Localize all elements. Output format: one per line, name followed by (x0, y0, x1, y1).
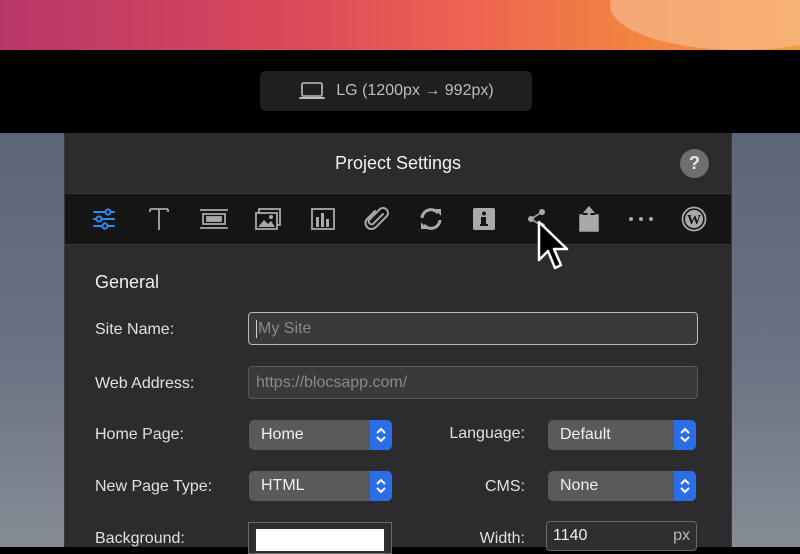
sliders-icon (93, 208, 115, 230)
cms-value: None (560, 477, 599, 494)
home-page-select[interactable]: Home (249, 420, 392, 450)
width-label: Width: (479, 530, 525, 547)
general-section-title: General (95, 272, 160, 292)
width-value: 1140 (553, 527, 588, 544)
cms-label: CMS: (485, 478, 525, 495)
chart-icon (311, 208, 335, 230)
tab-general[interactable] (84, 194, 124, 244)
wordpress-icon: W (681, 206, 707, 232)
images-icon (255, 208, 281, 230)
tab-layout[interactable] (194, 194, 234, 244)
web-address-label: Web Address: (95, 375, 195, 392)
tab-info[interactable] (464, 194, 504, 244)
tab-more[interactable] (621, 194, 661, 244)
export-icon (579, 206, 599, 232)
tab-wordpress[interactable]: W (674, 194, 714, 244)
mouse-pointer-icon (537, 220, 569, 270)
web-address-input[interactable]: https://blocsapp.com/ (248, 366, 698, 399)
laptop-icon (299, 82, 326, 99)
info-icon (473, 208, 495, 230)
device-size-button[interactable]: LG (1200px → 992px) (260, 71, 532, 111)
tab-analytics[interactable] (303, 194, 343, 244)
dialog-title: Project Settings (334, 152, 462, 173)
text-icon (149, 208, 169, 230)
home-page-label: Home Page: (95, 426, 184, 443)
paperclip-icon (364, 207, 389, 230)
background-label: Background: (95, 530, 185, 547)
new-page-type-select[interactable]: HTML (249, 471, 392, 501)
device-size-label: LG (1200px → 992px) (336, 82, 494, 99)
site-name-placeholder: My Site (258, 319, 312, 337)
language-select[interactable]: Default (548, 420, 696, 450)
wallpaper-swoosh (610, 0, 800, 50)
new-page-type-value: HTML (261, 477, 305, 494)
settings-toolbar: W (65, 193, 731, 245)
tab-sync[interactable] (411, 194, 451, 244)
cms-select[interactable]: None (548, 471, 696, 501)
language-value: Default (560, 426, 611, 443)
more-icon (629, 217, 653, 221)
tab-export[interactable] (569, 194, 609, 244)
background-color-well[interactable] (248, 522, 392, 554)
new-page-type-label: New Page Type: (95, 478, 213, 495)
language-label: Language: (449, 425, 525, 442)
text-caret (256, 319, 257, 338)
select-stepper-icon (674, 420, 696, 450)
background-color-swatch (256, 529, 384, 551)
svg-text:W: W (687, 213, 701, 228)
web-address-placeholder: https://blocsapp.com/ (256, 373, 408, 391)
help-button[interactable]: ? (680, 149, 709, 178)
tab-typography[interactable] (139, 194, 179, 244)
site-name-label: Site Name: (95, 321, 175, 338)
width-unit: px (673, 527, 690, 544)
desktop-wallpaper (0, 0, 800, 50)
tab-assets[interactable] (357, 194, 397, 244)
layout-icon (200, 209, 228, 229)
sync-icon (420, 208, 442, 230)
select-stepper-icon (674, 471, 696, 501)
site-name-input[interactable]: My Site (248, 312, 698, 345)
tab-images[interactable] (248, 194, 288, 244)
home-page-value: Home (261, 426, 304, 443)
